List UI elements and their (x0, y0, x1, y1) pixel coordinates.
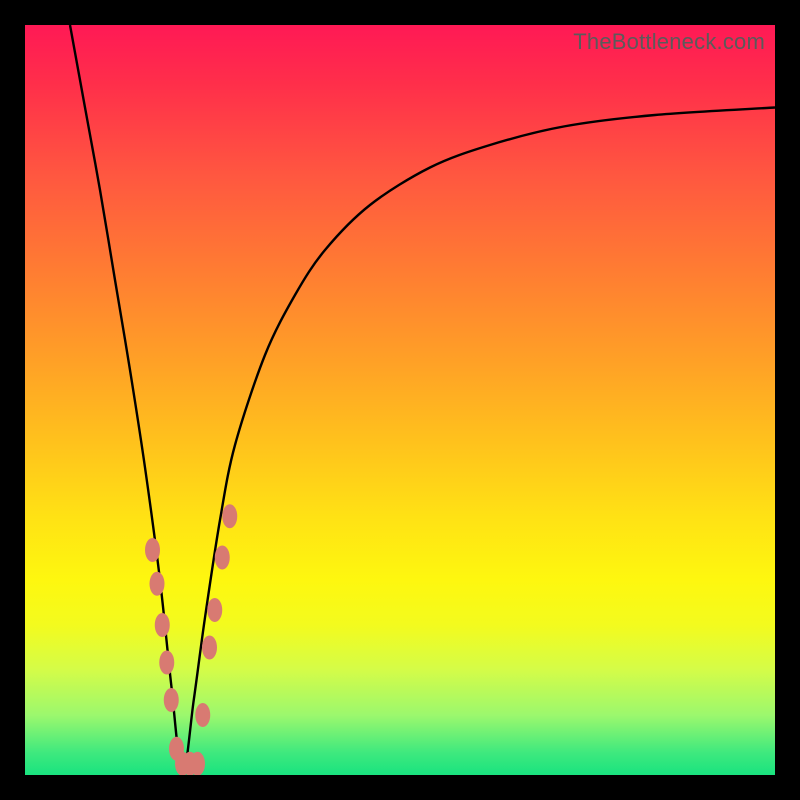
data-marker (164, 688, 179, 712)
plot-area: TheBottleneck.com (25, 25, 775, 775)
data-marker (202, 636, 217, 660)
data-marker (207, 598, 222, 622)
data-marker (190, 752, 205, 775)
data-marker (195, 703, 210, 727)
data-marker (155, 613, 170, 637)
data-marker (159, 651, 174, 675)
data-marker (222, 504, 237, 528)
data-marker (215, 546, 230, 570)
data-marker (145, 538, 160, 562)
data-marker (150, 572, 165, 596)
curve-layer (25, 25, 775, 775)
marker-layer (145, 504, 237, 775)
bottleneck-curve (70, 25, 775, 775)
chart-frame: TheBottleneck.com (0, 0, 800, 800)
